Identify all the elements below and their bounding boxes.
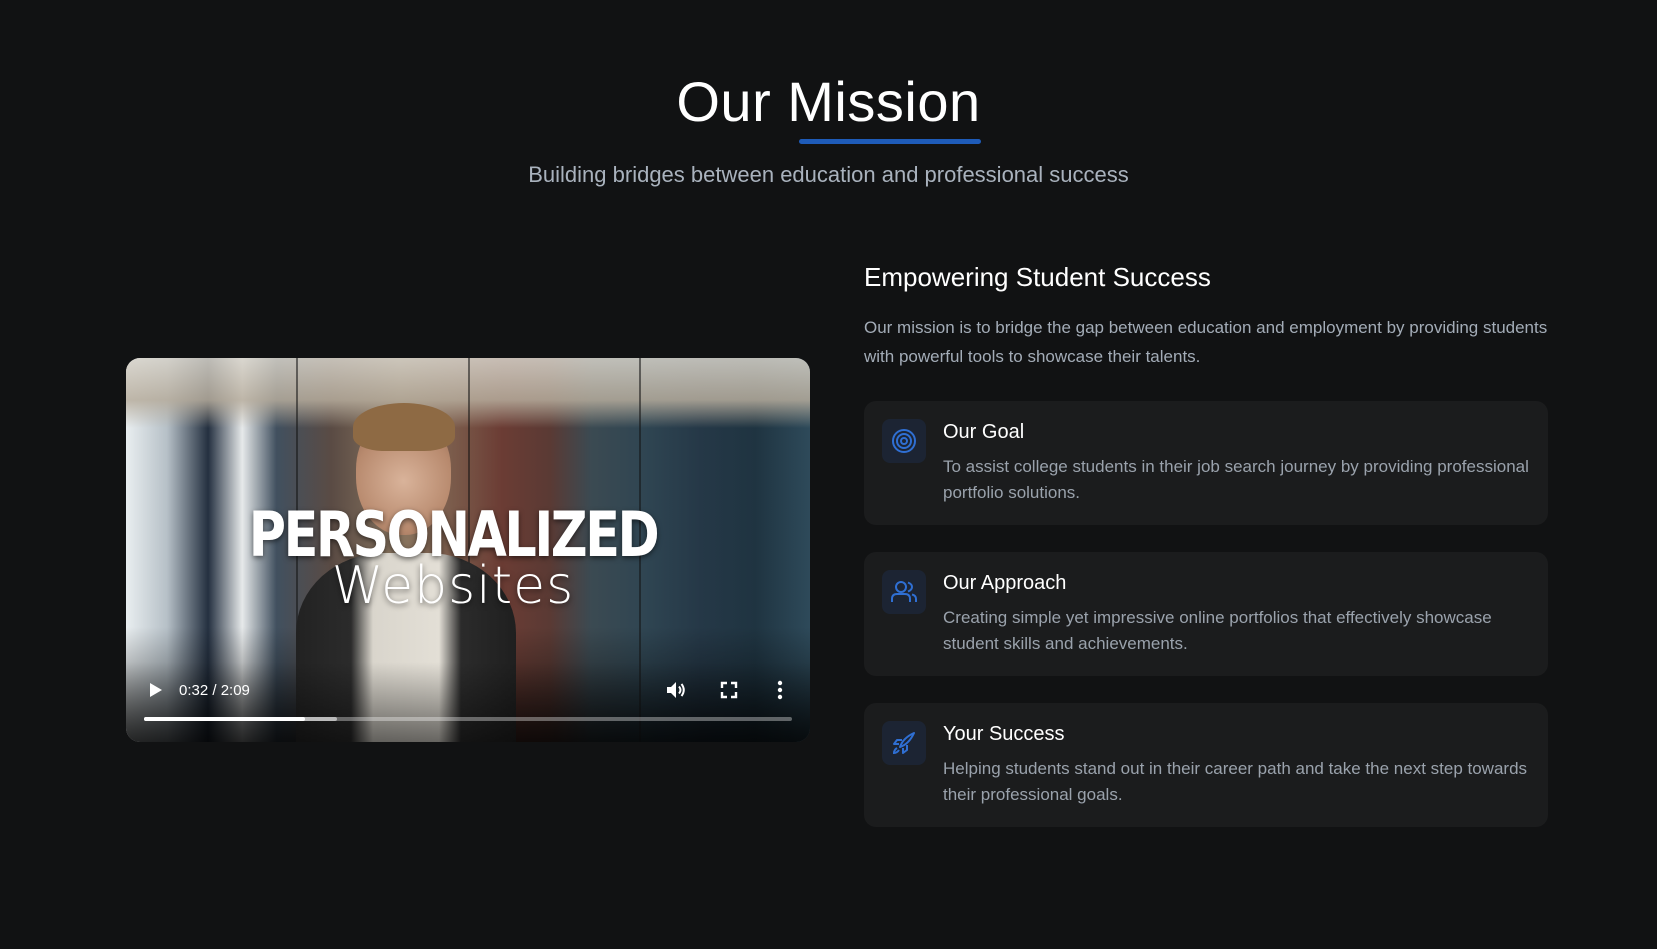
page-title-text: Our Mission — [676, 70, 981, 133]
target-icon — [892, 429, 916, 453]
fullscreen-icon — [720, 681, 738, 699]
video-overlay-subtitle: Websites — [331, 556, 575, 616]
feature-cards: Our Goal To assist college students in t… — [864, 401, 1548, 827]
page-subtitle: Building bridges between education and p… — [528, 162, 1129, 188]
card-title: Your Success — [943, 723, 1065, 745]
play-icon — [150, 683, 162, 697]
page-title: Our Mission — [676, 70, 981, 145]
section-header: Our Mission Building bridges between edu… — [0, 70, 1657, 188]
rocket-icon — [892, 732, 915, 755]
card-icon-tile — [882, 570, 926, 614]
video-progress-bar[interactable] — [144, 717, 792, 721]
video-progress-fill — [144, 717, 305, 721]
card-text: Helping students stand out in their care… — [943, 759, 1528, 804]
video-time: 0:32 / 2:09 — [179, 682, 250, 699]
video-controls: 0:32 / 2:09 — [126, 662, 810, 742]
card-text: To assist college students in their job … — [943, 457, 1529, 502]
section-description: Our mission is to bridge the gap between… — [864, 318, 1548, 366]
card-text: Creating simple yet impressive online po… — [943, 608, 1492, 653]
users-icon — [891, 581, 917, 602]
card-icon-tile — [882, 721, 926, 765]
card-title: Our Goal — [943, 421, 1025, 443]
mission-content: Empowering Student Success Our mission i… — [864, 262, 1548, 854]
more-options-button[interactable] — [774, 679, 786, 701]
play-button[interactable] — [146, 680, 166, 700]
card-title: Our Approach — [943, 572, 1067, 594]
section-heading: Empowering Student Success — [864, 262, 1211, 292]
feature-card-goal: Our Goal To assist college students in t… — [864, 401, 1548, 525]
more-vertical-icon — [777, 680, 783, 700]
person-hair — [353, 403, 455, 451]
volume-icon — [667, 682, 685, 698]
mission-section: Our Mission Building bridges between edu… — [0, 0, 1657, 949]
volume-button[interactable] — [664, 678, 688, 702]
fullscreen-button[interactable] — [718, 679, 740, 701]
card-icon-tile — [882, 419, 926, 463]
title-underline — [798, 139, 981, 145]
video-player[interactable]: PERSONALIZED Websites 0:32 / 2:09 — [126, 358, 810, 742]
feature-card-approach: Our Approach Creating simple yet impress… — [864, 552, 1548, 676]
feature-card-success: Your Success Helping students stand out … — [864, 703, 1548, 827]
